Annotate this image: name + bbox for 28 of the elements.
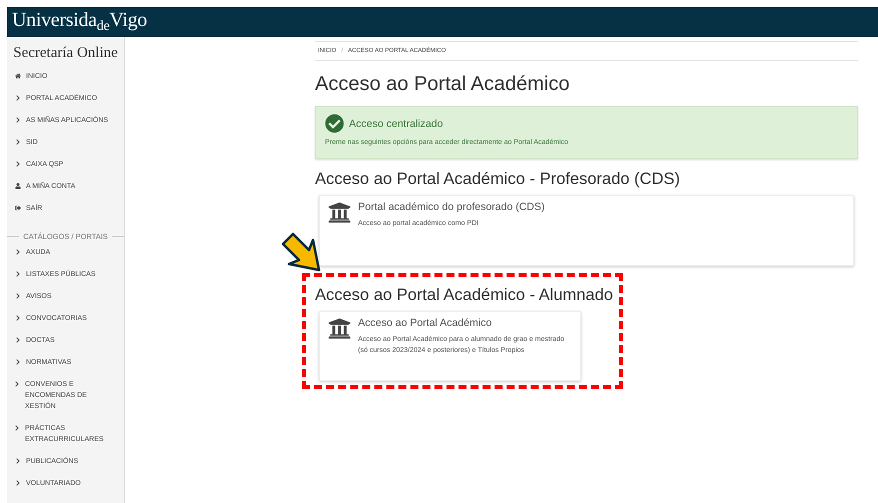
chevron-icon [14, 423, 20, 431]
card-title: Acceso ao Portal Académico [358, 317, 493, 329]
chevron-icon [14, 137, 21, 145]
chevron-icon [14, 115, 21, 123]
bank-icon [327, 201, 352, 224]
alert-title: Acceso centralizado [349, 118, 443, 130]
chevron-icon [14, 478, 21, 486]
bank-icon [327, 317, 352, 340]
chevron-icon [14, 159, 21, 167]
chevron-icon [14, 247, 21, 255]
chevron-icon [14, 93, 21, 101]
check-icon [325, 114, 344, 133]
user-icon [14, 181, 21, 189]
chevron-icon [14, 269, 21, 277]
section-title: Acceso ao Portal Académico - Alumnado [315, 286, 614, 305]
chevron-icon [14, 313, 21, 321]
university-logo[interactable]: Universida$_{de}$Vigo [12, 9, 147, 35]
chevron-icon [14, 379, 20, 387]
chevron-icon [14, 291, 21, 299]
section-title: Acceso ao Portal Académico - Profesorado (CDS) [315, 170, 681, 189]
sidebar-title: Secretaría Online [12, 45, 119, 62]
chevron-icon [14, 456, 21, 464]
chevron-icon [14, 357, 21, 365]
card-title: Portal académico do profesorado (CDS) [358, 201, 545, 213]
exit-icon [14, 203, 21, 211]
home-icon [14, 71, 21, 79]
page-title: Acceso ao Portal Académico [315, 73, 571, 96]
chevron-icon [14, 335, 21, 343]
